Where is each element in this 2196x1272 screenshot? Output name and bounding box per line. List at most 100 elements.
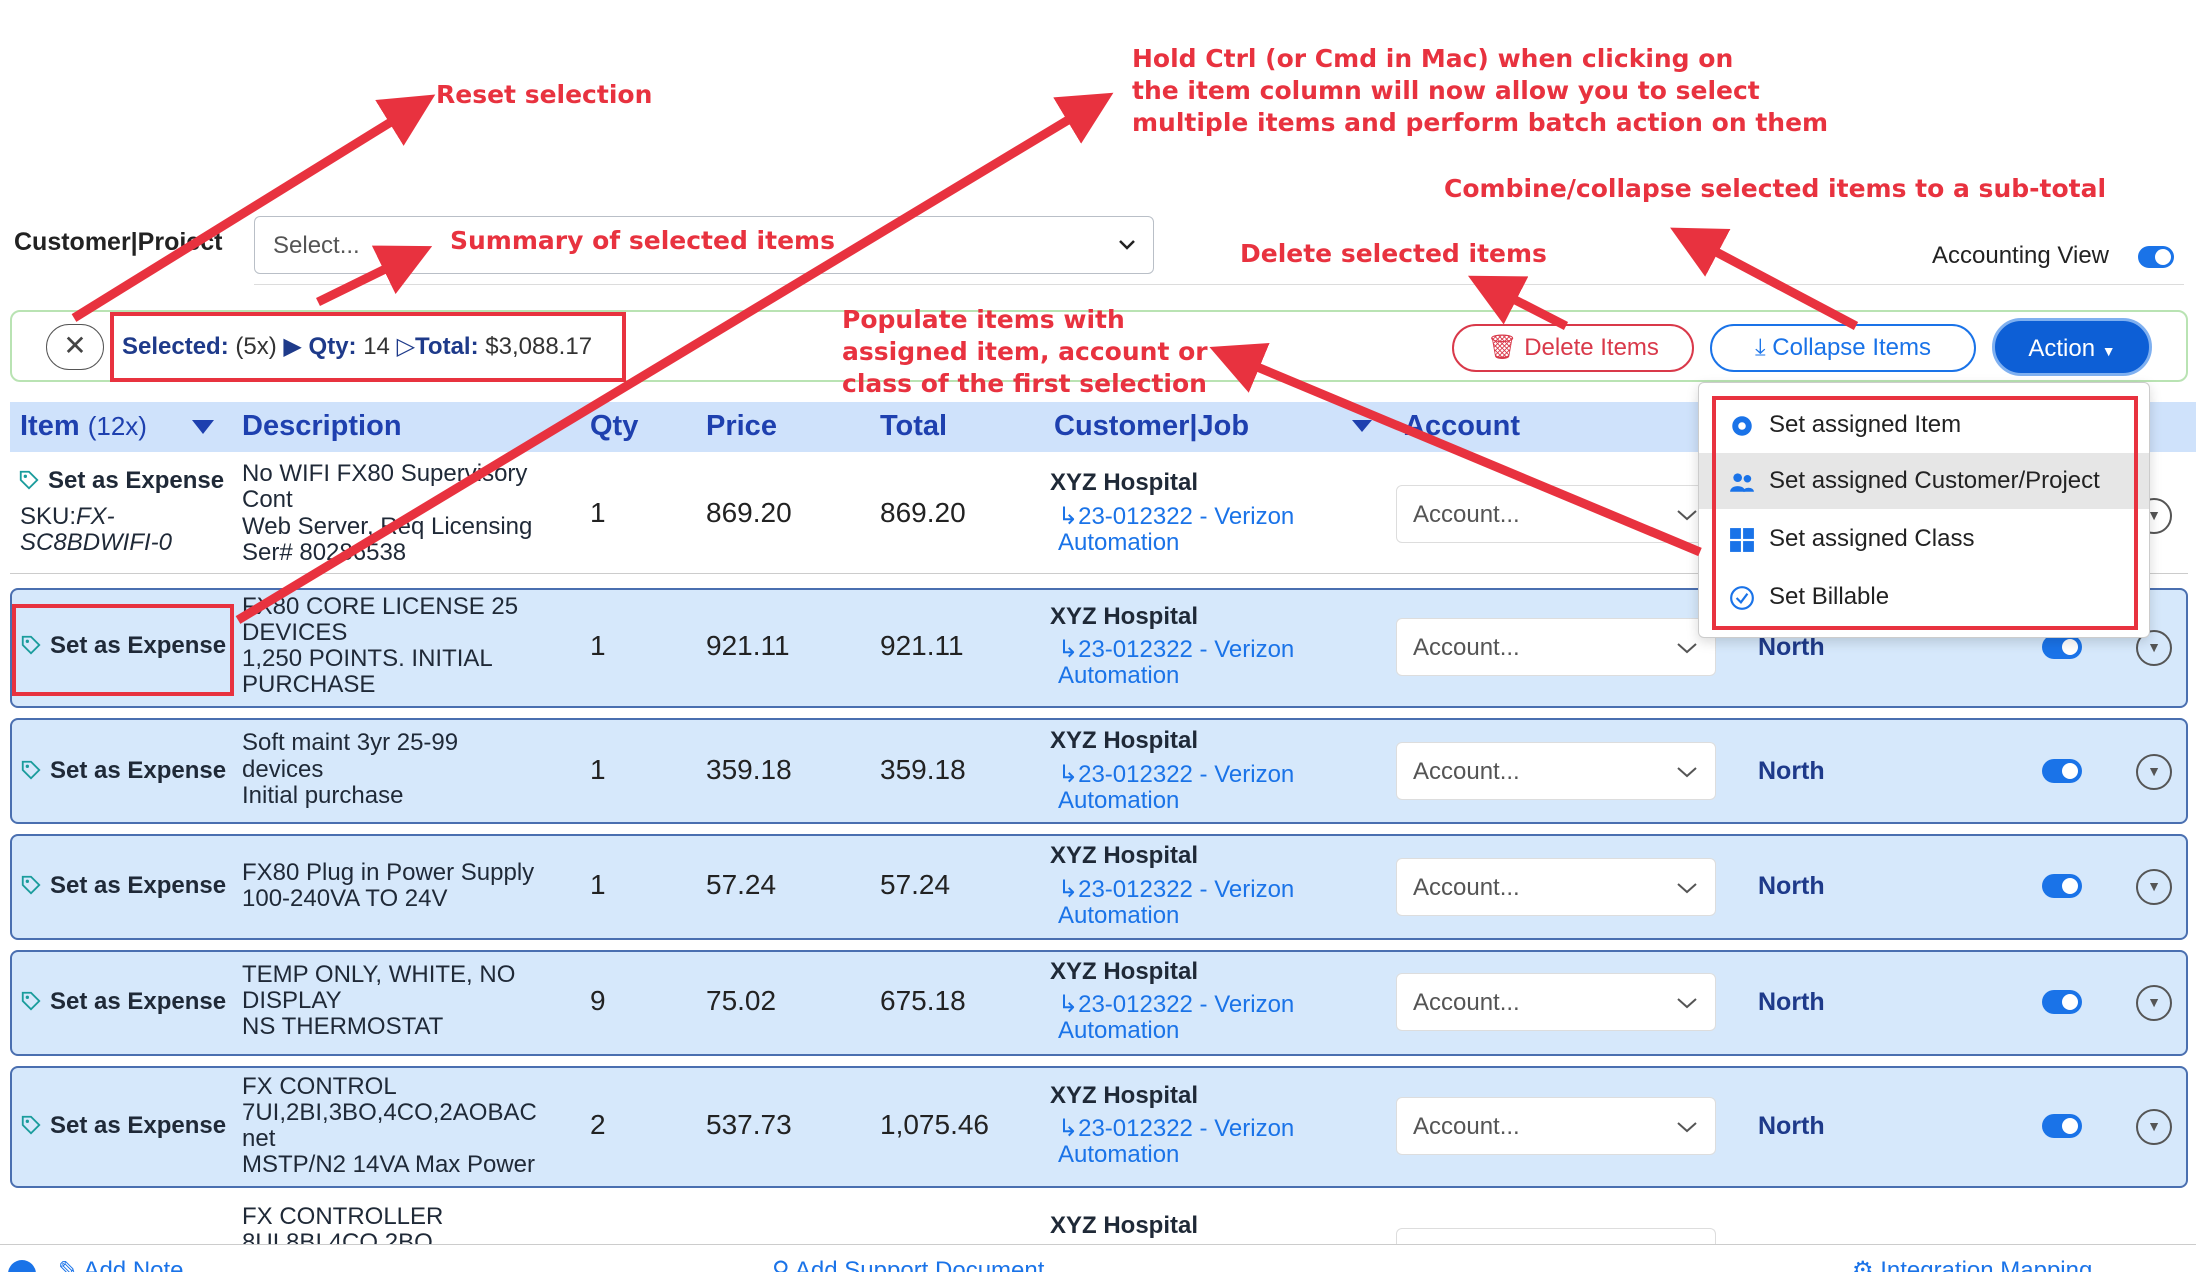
customer-name: XYZ Hospital	[1050, 958, 1199, 985]
billable-toggle[interactable]	[2042, 990, 2082, 1014]
price-cell: 359.18	[706, 754, 792, 785]
customer-name: XYZ Hospital	[1050, 842, 1199, 869]
puzzle-icon: ⚙	[1852, 1257, 1881, 1272]
caret-down-icon: ▼	[2101, 343, 2116, 359]
paperclip-icon: ⚲	[772, 1257, 795, 1272]
total-cell: 869.20	[880, 497, 966, 528]
total-cell: 1,075.46	[880, 1109, 989, 1140]
annotation-ctrl-line-2: the item column will now allow you to se…	[1132, 76, 1760, 105]
sku-line: SKU:FX-	[20, 503, 115, 530]
header-total: Total	[880, 410, 948, 442]
description-line: DEVICES	[242, 619, 348, 646]
chevron-down-icon	[1677, 510, 1697, 521]
summary-highlight-box	[110, 312, 626, 382]
job-link-line-2[interactable]: Automation	[1058, 1018, 1179, 1044]
qty-cell: 1	[590, 497, 606, 528]
class-region: North	[1758, 1112, 1825, 1140]
expand-row-icon[interactable]: ▼	[2136, 869, 2172, 905]
accounting-view-label: Accounting View	[1932, 242, 2109, 269]
billable-toggle[interactable]	[2042, 874, 2082, 898]
expand-row-icon[interactable]: ▼	[2136, 985, 2172, 1021]
expand-row-icon[interactable]: ▼	[2136, 754, 2172, 790]
price-cell: 869.20	[706, 497, 792, 528]
qty-cell: 1	[590, 630, 606, 661]
annotation-summary: Summary of selected items	[450, 226, 835, 255]
reset-selection-button[interactable]: ✕	[46, 324, 104, 370]
chevron-down-icon	[1677, 883, 1697, 894]
header-price: Price	[706, 410, 777, 442]
edit-icon: ✎	[58, 1257, 84, 1272]
delete-items-button[interactable]: 🗑 Delete Items	[1452, 324, 1694, 372]
item-cell[interactable]: Set as Expense	[20, 758, 226, 784]
job-link[interactable]: ↳23-012322 - Verizon	[1058, 877, 1294, 903]
qty-cell: 1	[590, 869, 606, 900]
action-label: Action	[2028, 335, 2096, 362]
job-link[interactable]: ↳23-012322 - Verizon	[1058, 1116, 1294, 1142]
account-select[interactable]: Account...	[1396, 742, 1716, 800]
add-note-link[interactable]: ✎ Add Note	[58, 1256, 184, 1272]
billable-toggle[interactable]	[2042, 1114, 2082, 1138]
annotation-delete: Delete selected items	[1240, 239, 1547, 268]
price-cell: 57.24	[706, 869, 777, 900]
action-button[interactable]: Action ▼	[1992, 318, 2152, 376]
total-cell: 359.18	[880, 754, 966, 785]
account-select[interactable]: Account...	[1396, 618, 1716, 676]
add-support-document-link[interactable]: ⚲ Add Support Document	[772, 1256, 1044, 1272]
item-count: (12x)	[87, 411, 147, 441]
job-link-line-2[interactable]: Automation	[1058, 530, 1179, 556]
customer-name: XYZ Hospital	[1050, 727, 1199, 754]
price-cell: 921.11	[706, 630, 790, 661]
collapse-items-button[interactable]: ⤓ Collapse Items	[1710, 324, 1976, 372]
tag-icon	[21, 875, 41, 895]
chevron-down-icon	[1677, 998, 1697, 1009]
job-link[interactable]: ↳23-012322 - Verizon	[1058, 992, 1294, 1018]
customer-name: XYZ Hospital	[1050, 1212, 1199, 1239]
description-line: FX80 CORE LICENSE 25	[242, 593, 519, 620]
footer-divider	[0, 1244, 2196, 1245]
account-select[interactable]: Account...	[1396, 1097, 1716, 1155]
qty-cell: 1	[590, 754, 606, 785]
customer-project-label: Customer|Project	[14, 228, 223, 256]
total-cell: 921.11	[880, 630, 964, 661]
description-line: NS THERMOSTAT	[242, 1013, 444, 1040]
header-qty: Qty	[590, 410, 639, 442]
close-icon: ✕	[63, 330, 87, 361]
job-link[interactable]: ↳23-012322 - Verizon	[1058, 504, 1294, 530]
annotation-reset: Reset selection	[436, 80, 653, 109]
customer-name: XYZ Hospital	[1050, 1082, 1199, 1109]
account-select[interactable]: Account...	[1396, 973, 1716, 1031]
item-cell[interactable]: Set as Expense	[18, 468, 224, 494]
description-line: Cont	[242, 486, 293, 513]
description-line: 7UI,2BI,3BO,4CO,2AOBAC	[242, 1099, 537, 1126]
item-cell[interactable]: Set as Expense	[20, 989, 226, 1015]
class-region: North	[1758, 872, 1825, 900]
job-link-line-2[interactable]: Automation	[1058, 663, 1179, 689]
item-cell[interactable]: Set as Expense	[20, 1113, 226, 1139]
description-line: TEMP ONLY, WHITE, NO	[242, 961, 516, 988]
item-cell[interactable]: Set as Expense	[20, 873, 226, 899]
customer-name: XYZ Hospital	[1050, 469, 1199, 496]
account-select[interactable]: Account...	[1396, 485, 1716, 543]
item-sort-down-icon[interactable]	[192, 420, 214, 434]
job-link-line-2[interactable]: Automation	[1058, 1142, 1179, 1168]
annotation-collapse: Combine/collapse selected items to a sub…	[1444, 174, 2107, 203]
job-link-line-2[interactable]: Automation	[1058, 788, 1179, 814]
header-account: Account	[1404, 410, 1520, 442]
job-link[interactable]: ↳23-012322 - Verizon	[1058, 637, 1294, 663]
customer-sort-down-icon[interactable]	[1352, 420, 1372, 432]
billable-toggle[interactable]	[2042, 759, 2082, 783]
expand-row-icon[interactable]: ▼	[2136, 1109, 2172, 1145]
job-link[interactable]: ↳23-012322 - Verizon	[1058, 762, 1294, 788]
account-select[interactable]: Account...	[1396, 858, 1716, 916]
header-item[interactable]: Item (12x)	[20, 410, 147, 443]
header-description: Description	[242, 410, 402, 442]
collapse-icon: ⤓	[1754, 334, 1766, 361]
accounting-view-toggle[interactable]	[2138, 246, 2174, 268]
billable-toggle[interactable]	[2042, 635, 2082, 659]
annotation-ctrl-line-3: multiple items and perform batch action …	[1132, 108, 1829, 137]
integration-mapping-link[interactable]: ⚙ Integration Mapping	[1852, 1256, 2092, 1272]
description-line: PURCHASE	[242, 671, 376, 698]
job-link-line-2[interactable]: Automation	[1058, 903, 1179, 929]
description-line: net	[242, 1125, 276, 1152]
description-line: 100-240VA TO 24V	[242, 885, 448, 912]
